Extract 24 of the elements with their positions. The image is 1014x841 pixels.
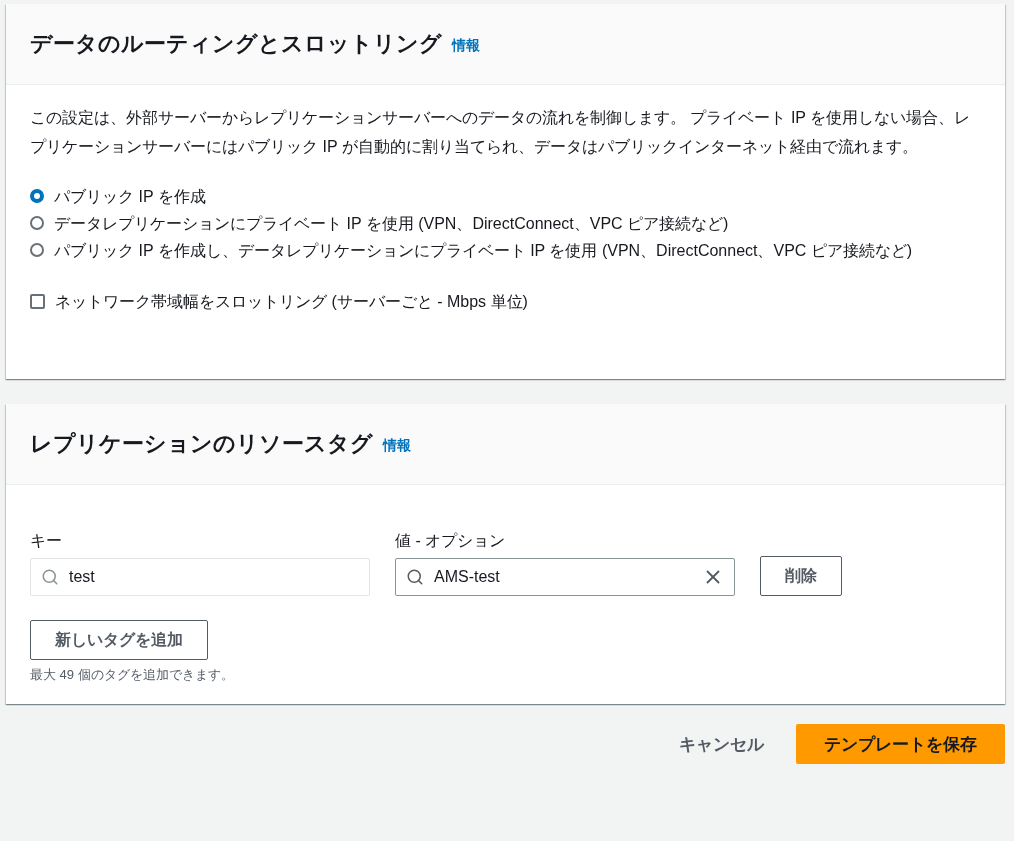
panel-title: レプリケーションのリソースタグ [30,430,373,458]
hint-text: 最大 49 個のタグを追加できます。 [30,666,235,684]
add-tag-button[interactable]: 新しいタグを追加 [30,620,208,660]
info-link[interactable]: 情報 [383,437,411,455]
radio-button[interactable] [30,243,44,257]
search-icon [41,568,59,586]
radio-label: パブリック IP を作成 [54,187,206,207]
remove-button[interactable]: 削除 [760,556,842,596]
checkbox-label: ネットワーク帯域幅をスロットリング (サーバーごと - Mbps 単位) [55,292,528,312]
radio-label: パブリック IP を作成し、データレプリケーションにプライベート IP を使用 (VPN、DirectConnect、VPC ピア接続など) [54,241,913,261]
key-input-field[interactable]: test [30,558,370,596]
checkbox[interactable] [30,294,45,309]
radio-button[interactable] [30,216,44,230]
cancel-button[interactable]: キャンセル [673,731,770,757]
save-template-button[interactable]: テンプレートを保存 [796,724,1005,764]
radio-label: データレプリケーションにプライベート IP を使用 (VPN、DirectConnect、VPC ピア接続など) [54,214,729,234]
value-input-field[interactable]: AMS-test [395,558,735,596]
info-link[interactable]: 情報 [452,37,480,55]
panel-title: データのルーティングとスロットリング [30,30,442,58]
search-icon [406,568,424,586]
radio-button[interactable] [30,189,44,203]
value-label: 値 - オプション [395,531,507,551]
description-text: この設定は、外部サーバーからレプリケーションサーバーへのデータの流れを制御します。 プライベート IP を使用しない場合、レプリケーションサーバーにはパブリック IP が自動的に割り当てられ、データはパブリックインターネット経由で流れます。 [30,108,972,157]
key-label: キー [30,531,63,551]
